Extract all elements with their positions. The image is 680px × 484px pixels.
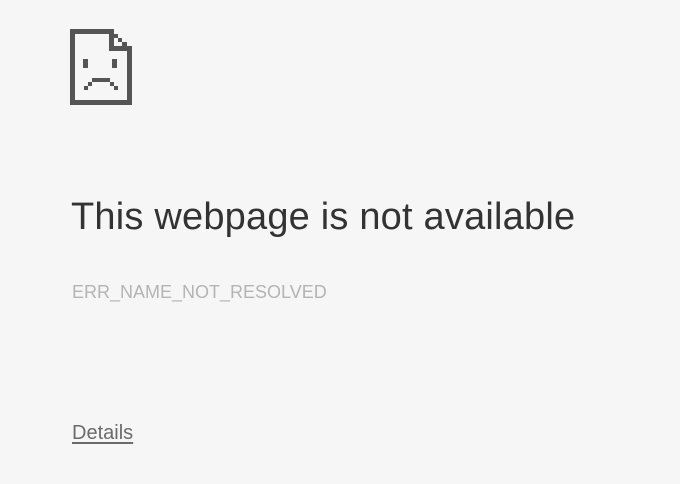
error-page: This webpage is not available ERR_NAME_N… [0,0,680,484]
sad-page-icon [70,29,132,105]
page-title: This webpage is not available [71,196,576,238]
error-code: ERR_NAME_NOT_RESOLVED [72,282,327,302]
details-link[interactable]: Details [72,421,133,445]
